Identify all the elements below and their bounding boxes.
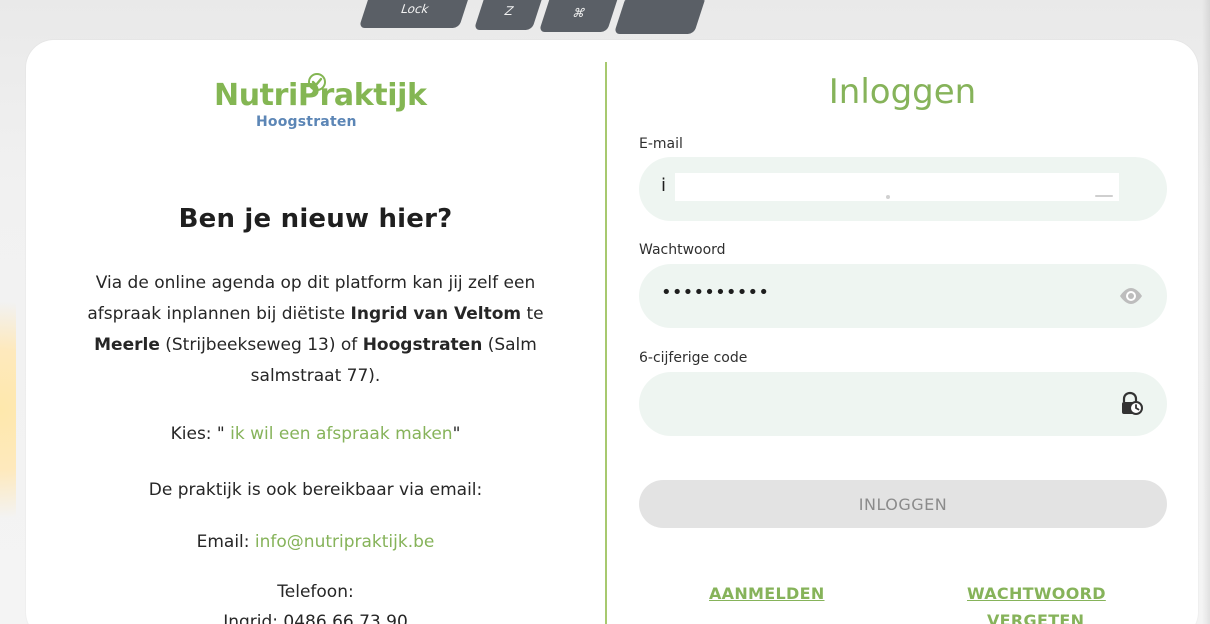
- appointment-link[interactable]: ik wil een afspraak maken: [230, 424, 452, 444]
- keyboard-key-blank: [613, 0, 707, 34]
- forgot-password-link[interactable]: WACHTWOORD VERGETEN: [967, 584, 1106, 624]
- phone-label: Telefoon:: [277, 582, 354, 602]
- code-field[interactable]: [639, 372, 1167, 436]
- info-panel: NutriPraktijk Hoogstraten Ben je nieuw h…: [26, 40, 605, 624]
- login-panel: Inloggen E-mail i Wachtwoord •••••••••• …: [607, 40, 1198, 624]
- nutripraktijk-logo: NutriPraktijk Hoogstraten: [186, 70, 446, 150]
- dietitian-name: Ingrid van Veltom: [350, 304, 522, 324]
- redaction-artifact-dot: [886, 195, 890, 199]
- keyboard-key-lock: Lock: [358, 0, 472, 28]
- intro-text: Via de online agenda op dit platform kan…: [58, 268, 573, 392]
- password-value: ••••••••••: [661, 282, 770, 303]
- login-button[interactable]: INLOGGEN: [639, 480, 1167, 528]
- email-label: E-mail: [639, 136, 683, 152]
- register-link[interactable]: AANMELDEN: [709, 584, 825, 603]
- login-title: Inloggen: [828, 72, 977, 112]
- email-field[interactable]: i: [639, 157, 1167, 221]
- appointment-choice: Kies: " ik wil een afspraak maken": [26, 424, 605, 444]
- password-label: Wachtwoord: [639, 242, 726, 258]
- meerle-location: Meerle: [94, 335, 160, 355]
- logo-location: Hoogstraten: [256, 114, 357, 130]
- background-highlight: [0, 260, 16, 560]
- choice-suffix: ": [452, 424, 461, 444]
- email-reachability-text: De praktijk is ook bereikbaar via email:: [148, 480, 483, 500]
- email-value: i: [661, 175, 667, 196]
- login-card: NutriPraktijk Hoogstraten Ben je nieuw h…: [26, 40, 1198, 624]
- keyboard-key-z: Z: [473, 0, 545, 30]
- email-label: Email:: [196, 532, 255, 552]
- browser-edge-shadow: [1202, 0, 1210, 624]
- contact-email-link[interactable]: info@nutripraktijk.be: [255, 532, 434, 552]
- choice-prefix: Kies: ": [170, 424, 231, 444]
- check-badge-icon: [308, 73, 326, 91]
- intro-middle: te: [521, 304, 544, 324]
- code-label: 6-cijferige code: [639, 350, 748, 366]
- eye-icon[interactable]: [1117, 282, 1145, 310]
- redaction-artifact-line: [1095, 195, 1113, 197]
- contact-email: Email: info@nutripraktijk.be: [26, 532, 605, 552]
- hoogstraten-location: Hoogstraten: [362, 335, 483, 355]
- lock-clock-icon: [1122, 391, 1143, 415]
- forgot-password-line-1: WACHTWOORD: [967, 584, 1106, 603]
- phone-ingrid: Ingrid: 0486 66 73 90: [223, 612, 408, 624]
- forgot-password-line-2: VERGETEN: [987, 611, 1085, 624]
- redacted-email-value: [675, 173, 1119, 201]
- keyboard-key-command: ⌘: [538, 0, 620, 32]
- new-user-title: Ben je nieuw hier?: [178, 204, 453, 234]
- meerle-address: (Strijbeekseweg 13) of: [159, 335, 363, 355]
- password-field[interactable]: ••••••••••: [639, 264, 1167, 328]
